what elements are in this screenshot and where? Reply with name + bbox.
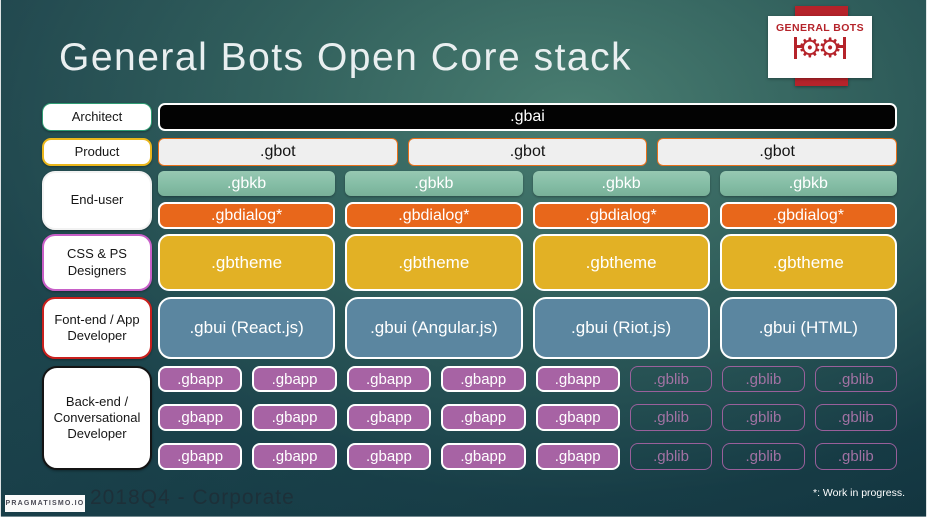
logo-bar-left bbox=[793, 37, 803, 59]
gblib-box: .gblib bbox=[814, 404, 897, 431]
row-dev-3: .gbapp .gbapp .gbapp .gbapp .gbapp .gblib .gb… bbox=[158, 443, 897, 470]
gbtheme-box: .gbtheme bbox=[532, 234, 710, 291]
gblib-box: .gblib bbox=[722, 443, 805, 470]
gbkb-box: .gbkb bbox=[719, 171, 897, 196]
gears-icon: ⚙ ⚙ bbox=[793, 33, 847, 63]
role-label-css-ps-designers: CSS & PS Designers bbox=[42, 234, 152, 291]
gbapp-box: .gbapp bbox=[252, 404, 337, 431]
gblib-box: .gblib bbox=[722, 366, 805, 392]
gbkb-box: .gbkb bbox=[345, 171, 523, 196]
gbapp-box: .gbapp bbox=[346, 366, 432, 392]
row-dev-1: .gbapp .gbapp .gbapp .gbapp .gbapp .gblib .gb… bbox=[158, 366, 897, 392]
gbui-box: .gbui (Riot.js) bbox=[532, 297, 710, 359]
gbapp-box: .gbapp bbox=[346, 404, 432, 431]
gbapp-box: .gbapp bbox=[158, 404, 243, 431]
gbapp-box: .gbapp bbox=[158, 443, 243, 470]
gbapp-box: .gbapp bbox=[535, 404, 620, 431]
gbui-box: .gbui (Angular.js) bbox=[345, 297, 523, 359]
gbtheme-box: .gbtheme bbox=[345, 234, 523, 291]
gbapp-box: .gbapp bbox=[535, 443, 620, 470]
gbdialog-box: .gbdialog* bbox=[345, 202, 523, 229]
gbapp-box: .gbapp bbox=[441, 366, 526, 392]
gblib-box: .gblib bbox=[814, 443, 897, 470]
gbapp-box: .gbapp bbox=[252, 366, 337, 392]
gbtheme-box: .gbtheme bbox=[158, 234, 336, 291]
role-label-frontend-app-developer: Font-end / App Developer bbox=[42, 297, 152, 359]
gbapp-box: .gbapp bbox=[158, 366, 243, 392]
role-label-end-user: End-user bbox=[42, 171, 152, 230]
role-label-backend-conversational-developer: Back-end / Conversational Developer bbox=[42, 366, 152, 470]
role-label-architect: Architect bbox=[42, 103, 152, 131]
general-bots-logo: GENERAL BOTS ⚙ ⚙ bbox=[768, 16, 872, 78]
row-gbtheme: .gbtheme .gbtheme .gbtheme .gbtheme bbox=[158, 234, 897, 291]
gbot-box: .gbot bbox=[158, 138, 398, 166]
gbapp-box: .gbapp bbox=[346, 443, 432, 470]
gblib-box: .gblib bbox=[629, 443, 713, 470]
row-gbdialog: .gbdialog* .gbdialog* .gbdialog* .gbdialog* bbox=[158, 202, 897, 229]
gblib-box: .gblib bbox=[629, 404, 713, 431]
work-in-progress-footnote: *: Work in progress. bbox=[812, 487, 905, 499]
row-gbkb: .gbkb .gbkb .gbkb .gbkb bbox=[158, 171, 897, 196]
gbapp-box: .gbapp bbox=[441, 404, 526, 431]
row-gbui: .gbui (React.js) .gbui (Angular.js) .gbui … bbox=[158, 297, 897, 359]
gbapp-box: .gbapp bbox=[441, 443, 526, 470]
pragmatismo-logo: PRAGMATISMO.IO bbox=[5, 495, 85, 512]
gear-icon: ⚙ bbox=[818, 33, 843, 63]
gbai-box: .gbai bbox=[158, 103, 897, 131]
gbapp-box: .gbapp bbox=[535, 366, 620, 392]
row-gbot: .gbot .gbot .gbot bbox=[158, 138, 898, 166]
gblib-box: .gblib bbox=[629, 366, 713, 392]
gbkb-box: .gbkb bbox=[532, 171, 710, 196]
gblib-box: .gblib bbox=[814, 366, 897, 392]
gbot-box: .gbot bbox=[657, 138, 898, 166]
gbapp-box: .gbapp bbox=[252, 443, 337, 470]
role-label-product: Product bbox=[42, 138, 152, 166]
footer-caption: 2018Q4 - Corporate bbox=[90, 486, 295, 509]
page-title: General Bots Open Core stack bbox=[59, 36, 633, 79]
gbdialog-box: .gbdialog* bbox=[532, 202, 710, 229]
gbkb-box: .gbkb bbox=[158, 171, 336, 196]
gbot-box: .gbot bbox=[407, 138, 648, 166]
gbdialog-box: .gbdialog* bbox=[158, 202, 336, 229]
gbui-box: .gbui (HTML) bbox=[719, 297, 897, 359]
gbdialog-box: .gbdialog* bbox=[719, 202, 897, 229]
gbtheme-box: .gbtheme bbox=[719, 234, 897, 291]
gbui-box: .gbui (React.js) bbox=[158, 297, 336, 359]
slide: General Bots Open Core stack GENERAL BOT… bbox=[0, 0, 927, 517]
row-gbai: .gbai bbox=[158, 103, 897, 131]
gblib-box: .gblib bbox=[722, 404, 805, 431]
logo-bar-right bbox=[837, 37, 847, 59]
row-dev-2: .gbapp .gbapp .gbapp .gbapp .gbapp .gblib .gb… bbox=[158, 404, 897, 431]
